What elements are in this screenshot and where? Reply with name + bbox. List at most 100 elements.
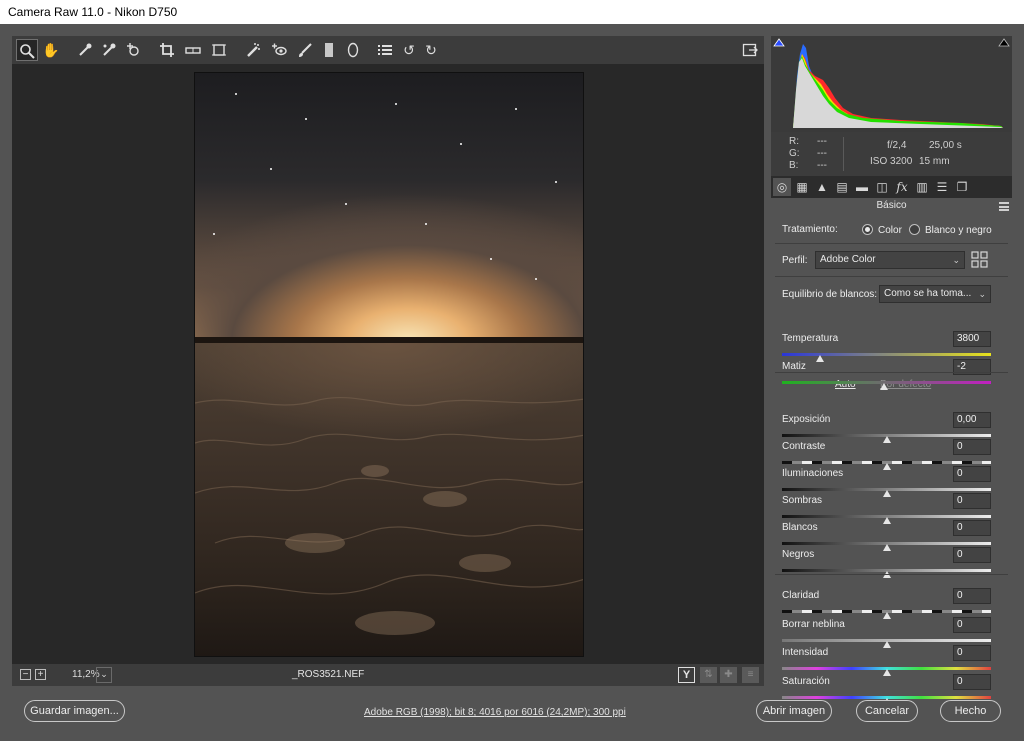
graduated-filter-tool-button[interactable]: [318, 39, 340, 61]
spot-removal-tool-button[interactable]: [242, 39, 264, 61]
slider-thumb[interactable]: [880, 383, 889, 390]
slider-value-input[interactable]: 0: [953, 588, 991, 604]
slider-thumb[interactable]: [882, 463, 891, 470]
clipping-triangle-icon: [998, 38, 1010, 47]
slider-thumb[interactable]: [882, 641, 891, 648]
open-image-button[interactable]: Abrir imagen: [756, 700, 832, 722]
aperture-icon: ◎: [776, 180, 788, 194]
crop-icon: [160, 43, 174, 57]
radial-filter-tool-button[interactable]: [342, 39, 364, 61]
treatment-color-radio[interactable]: [862, 224, 873, 235]
hand-icon: ✋: [42, 42, 60, 58]
tab-detail[interactable]: ▲: [813, 178, 831, 196]
slider-value-input[interactable]: 0,00: [953, 412, 991, 428]
slider-thumb[interactable]: [882, 544, 891, 551]
treatment-bw-radio[interactable]: [909, 224, 920, 235]
slider-value-input[interactable]: 0: [953, 439, 991, 455]
tab-hsl[interactable]: ▤: [833, 178, 851, 196]
done-button[interactable]: Hecho: [940, 700, 1001, 722]
slider-value-input[interactable]: 0: [953, 645, 991, 661]
shutter-speed: 25,00 s: [929, 140, 962, 151]
shadow-clipping-warning[interactable]: [773, 37, 785, 47]
slider-track[interactable]: [782, 353, 991, 356]
transform-icon: [212, 44, 226, 56]
tab-lens[interactable]: ◫: [873, 178, 891, 196]
tab-calibration[interactable]: ▥: [913, 178, 931, 196]
level-icon: [185, 47, 201, 54]
image-preview-area[interactable]: [12, 64, 764, 664]
fullscreen-toggle-button[interactable]: [739, 39, 761, 61]
slider-value-input[interactable]: 3800: [953, 331, 991, 347]
slider-label: Borrar neblina: [782, 619, 845, 630]
slider-label: Iluminaciones: [782, 468, 844, 479]
workflow-options-link[interactable]: Adobe RGB (1998); bit 8; 4016 por 6016 (…: [364, 707, 626, 718]
rotate-right-button[interactable]: ↻: [420, 39, 442, 61]
star: [345, 203, 347, 205]
transform-tool-button[interactable]: [208, 39, 230, 61]
toggle-settings-button[interactable]: ≡: [742, 667, 759, 683]
tab-effects[interactable]: fx: [893, 178, 911, 196]
zoom-out-button[interactable]: −: [20, 669, 31, 680]
tab-split-toning[interactable]: ▬: [853, 178, 871, 196]
panel-menu-icon[interactable]: [999, 202, 1009, 211]
rgb-exif-readout: R: G: B: --- --- --- f/2,4 25,00 s ISO 3…: [771, 132, 1012, 176]
straighten-tool-button[interactable]: [182, 39, 204, 61]
highlight-clipping-warning[interactable]: [998, 37, 1010, 47]
color-sampler-tool-button[interactable]: [98, 39, 120, 61]
slider-label: Temperatura: [782, 333, 839, 344]
treatment-bw-label: Blanco y negro: [925, 225, 992, 236]
crop-tool-button[interactable]: [156, 39, 178, 61]
tab-tone-curve[interactable]: ▦: [793, 178, 811, 196]
slider-thumb[interactable]: [882, 612, 891, 619]
g-label: G:: [789, 148, 800, 159]
zoom-dropdown[interactable]: ⌄: [96, 667, 112, 683]
zoom-in-button[interactable]: +: [35, 669, 46, 680]
adjustment-panel: R: G: B: --- --- --- f/2,4 25,00 s ISO 3…: [771, 36, 1012, 705]
save-image-button[interactable]: Guardar imagen...: [24, 700, 125, 722]
red-eye-tool-button[interactable]: [268, 39, 290, 61]
slider-value-input[interactable]: 0: [953, 466, 991, 482]
slider-thumb[interactable]: [815, 355, 824, 362]
slider-label: Matiz: [782, 361, 806, 372]
treatment-label: Tratamiento:: [782, 224, 838, 235]
slider-value-input[interactable]: 0: [953, 520, 991, 536]
slider-thumb[interactable]: [882, 436, 891, 443]
white-balance-select[interactable]: Como se ha toma... ⌄: [879, 285, 991, 303]
slider-value-input[interactable]: 0: [953, 617, 991, 633]
salt-crust-texture: [195, 397, 583, 635]
slider-label: Sombras: [782, 495, 823, 506]
swap-before-after-button[interactable]: ⇅: [700, 667, 717, 683]
white-balance-value: Como se ha toma...: [884, 288, 972, 299]
slider-value-input[interactable]: 0: [953, 547, 991, 563]
adjustment-brush-tool-button[interactable]: [294, 39, 316, 61]
sliders-icon: ≡: [747, 669, 754, 680]
slider-value-input[interactable]: 0: [953, 493, 991, 509]
tab-basic[interactable]: ◎: [773, 178, 791, 196]
white-balance-tool-button[interactable]: [74, 39, 96, 61]
lens-icon: ◫: [876, 180, 888, 194]
targeted-adjustment-tool-button[interactable]: [122, 39, 144, 61]
zoom-tool-button[interactable]: [16, 39, 38, 61]
cancel-button[interactable]: Cancelar: [856, 700, 918, 722]
g-value: ---: [817, 148, 827, 159]
tab-snapshots[interactable]: ❐: [953, 178, 971, 196]
grid-icon: [971, 251, 988, 268]
slider-thumb[interactable]: [882, 669, 891, 676]
profile-select[interactable]: Adobe Color ⌄: [815, 251, 965, 269]
b-label: B:: [789, 160, 799, 171]
copy-settings-button[interactable]: ✚: [720, 667, 737, 683]
slider-value-input[interactable]: 0: [953, 674, 991, 690]
tab-presets[interactable]: ☰: [933, 178, 951, 196]
star: [213, 233, 215, 235]
list-icon: [378, 45, 392, 55]
hand-tool-button[interactable]: ✋: [40, 39, 62, 61]
preferences-tool-button[interactable]: [374, 39, 396, 61]
before-after-toggle[interactable]: Y: [678, 667, 695, 683]
slider-thumb[interactable]: [882, 517, 891, 524]
slider-thumb[interactable]: [882, 490, 891, 497]
rotate-left-button[interactable]: ↺: [398, 39, 420, 61]
divider: [775, 372, 1008, 373]
profile-browser-button[interactable]: [971, 251, 989, 269]
star: [395, 103, 397, 105]
swap-icon: ⇅: [704, 669, 713, 680]
